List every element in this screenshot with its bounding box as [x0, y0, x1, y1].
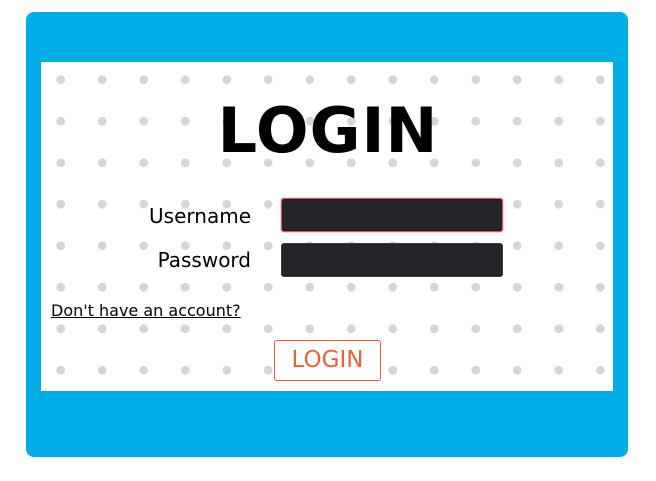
password-label: Password [157, 248, 251, 272]
login-button[interactable]: LOGIN [274, 340, 381, 381]
username-input[interactable] [281, 198, 503, 232]
username-label: Username [149, 204, 251, 228]
signup-link[interactable]: Don't have an account? [51, 301, 241, 321]
page-title: LOGIN [217, 94, 439, 167]
password-input[interactable] [281, 243, 503, 277]
